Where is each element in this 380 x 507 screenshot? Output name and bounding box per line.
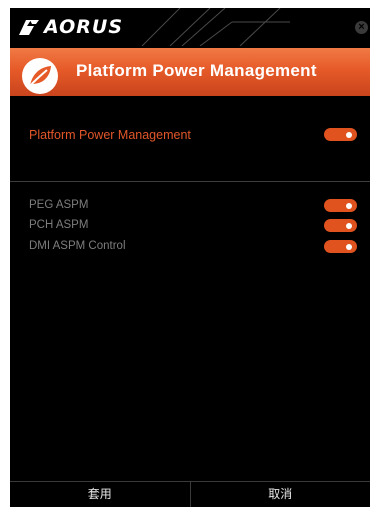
setting-label: DMI ASPM Control — [29, 240, 126, 252]
dmi-aspm-control-toggle[interactable] — [324, 240, 357, 253]
setting-row-peg-aspm[interactable]: PEG ASPM — [10, 196, 370, 216]
aorus-eagle-icon — [19, 20, 39, 35]
cancel-button[interactable]: 取消 — [191, 482, 371, 507]
toggle-knob — [346, 131, 352, 138]
panel-header: Platform Power Management — [10, 48, 370, 96]
setting-row-pch-aspm[interactable]: PCH ASPM — [10, 216, 370, 236]
peg-aspm-toggle[interactable] — [324, 199, 357, 212]
setting-row-dmi-aspm-control[interactable]: DMI ASPM Control — [10, 237, 370, 257]
apply-button[interactable]: 套用 — [10, 482, 190, 507]
footer-bar: 套用 取消 — [10, 481, 370, 507]
pch-aspm-toggle[interactable] — [324, 219, 357, 232]
leaf-icon — [22, 58, 58, 94]
setting-label: PEG ASPM — [29, 199, 89, 211]
toggle-knob — [346, 243, 352, 250]
toggle-knob — [346, 202, 352, 209]
section-divider — [10, 181, 370, 182]
app-window: AORUS × Platform Power Management Platfo… — [10, 8, 370, 507]
setting-row-platform-power-management[interactable]: Platform Power Management — [10, 125, 370, 145]
setting-label: Platform Power Management — [29, 128, 191, 142]
close-icon: × — [358, 21, 365, 33]
platform-power-management-toggle[interactable] — [324, 128, 357, 141]
brand-name: AORUS — [44, 16, 124, 38]
close-button[interactable]: × — [355, 21, 368, 34]
setting-label: PCH ASPM — [29, 219, 89, 231]
page-title: Platform Power Management — [76, 61, 317, 80]
toggle-knob — [346, 222, 352, 229]
title-bar: AORUS × — [10, 8, 370, 46]
aorus-logo: AORUS — [18, 16, 123, 38]
